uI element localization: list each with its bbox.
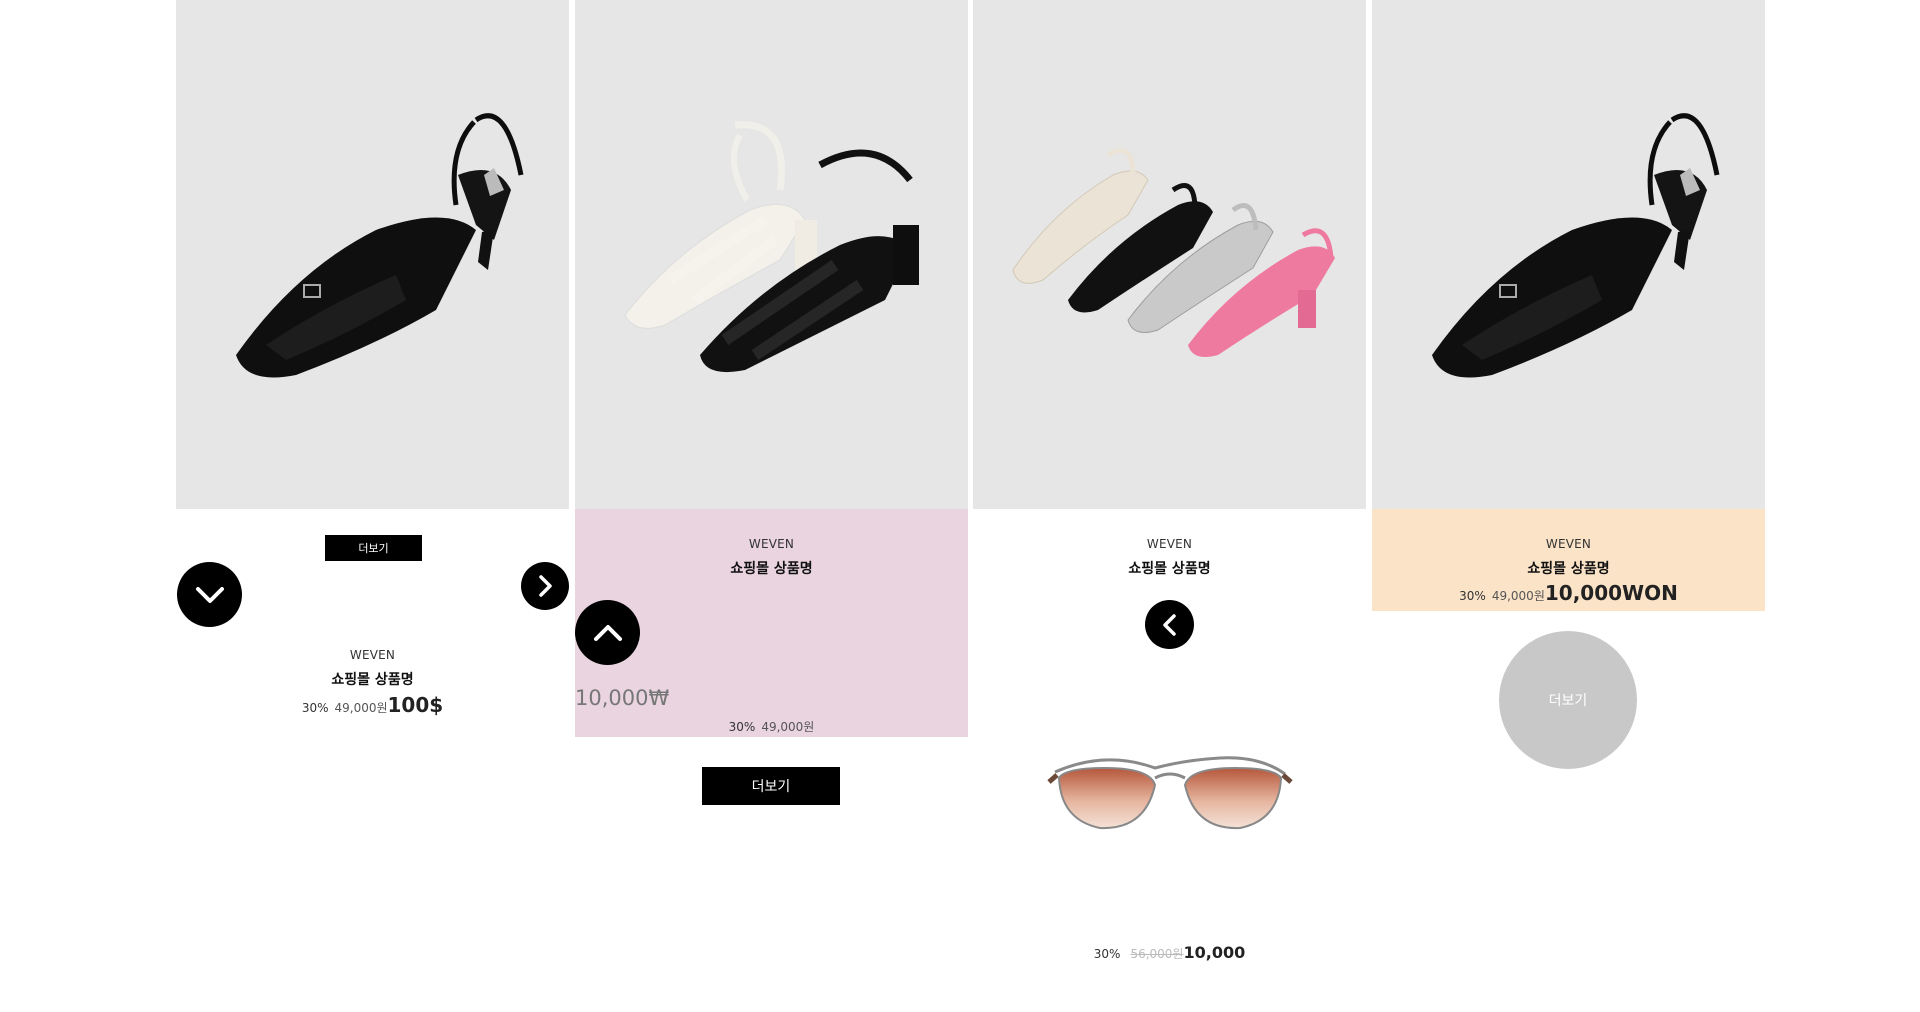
product-name[interactable]: 쇼핑몰 상품명: [1372, 558, 1765, 578]
prev-button[interactable]: [1145, 600, 1194, 649]
sunglasses-image[interactable]: [1045, 730, 1295, 840]
chevron-right-icon: [539, 575, 552, 597]
discount-rate: 30%: [1093, 947, 1121, 961]
final-price: 10,000WON: [1544, 581, 1678, 605]
price-row: 30% 49,000원: [575, 718, 968, 735]
final-price: 100$: [387, 693, 444, 717]
side-price: 10,000₩: [575, 686, 670, 710]
chevron-up-icon: [593, 624, 622, 641]
final-price: 10,000: [1183, 943, 1246, 962]
aviator-sunglasses-icon: [1047, 756, 1293, 830]
discount-rate: 30%: [1459, 589, 1486, 603]
price-row: 30% 56,000원 10,000: [973, 943, 1366, 962]
product-brand: WEVEN: [349, 648, 396, 662]
sandals-lineup-image: [1012, 148, 1335, 358]
product-brand: WEVEN: [1545, 537, 1592, 551]
original-price: 49,000원: [761, 720, 815, 734]
price-row: 30% 49,000원 100$: [176, 693, 569, 717]
price-row: 30% 49,000원 10,000WON: [1372, 581, 1765, 605]
more-button[interactable]: 더보기: [325, 535, 422, 561]
strappy-sandals-image: [624, 121, 919, 373]
original-price: 49,000원: [334, 701, 388, 715]
original-price: 56,000원: [1130, 947, 1184, 961]
product-name[interactable]: 쇼핑몰 상품명: [973, 558, 1366, 578]
black-sandal-image: [236, 113, 524, 378]
chevron-left-icon: [1162, 613, 1176, 636]
product-image-4[interactable]: [1372, 0, 1765, 509]
product-brand: WEVEN: [1146, 537, 1193, 551]
product-name[interactable]: 쇼핑몰 상품명: [575, 558, 968, 578]
discount-rate: 30%: [728, 720, 756, 734]
product-image-3[interactable]: [973, 0, 1366, 509]
more-circle-button[interactable]: 더보기: [1499, 631, 1637, 769]
product-image-2[interactable]: [575, 0, 968, 509]
scroll-up-button[interactable]: [575, 600, 640, 665]
product-image-1[interactable]: [176, 0, 569, 509]
chevron-down-icon: [195, 586, 224, 603]
black-sandal-image: [1432, 113, 1720, 378]
original-price: 49,000원: [1491, 589, 1545, 603]
scroll-down-button[interactable]: [177, 562, 242, 627]
product-name[interactable]: 쇼핑몰 상품명: [176, 669, 569, 689]
product-brand: WEVEN: [748, 537, 795, 551]
more-button[interactable]: 더보기: [702, 767, 840, 805]
discount-rate: 30%: [301, 701, 329, 715]
next-button[interactable]: [521, 562, 569, 610]
